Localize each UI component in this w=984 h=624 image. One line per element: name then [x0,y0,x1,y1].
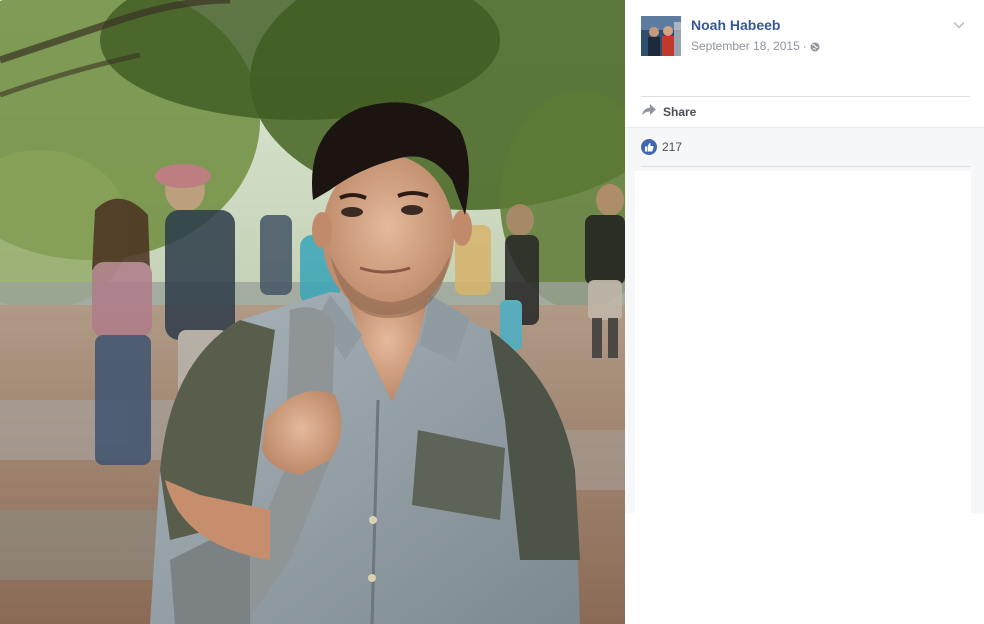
meta-separator: · [802,39,807,53]
share-label: Share [663,105,697,119]
post-header: Noah Habeeb September 18, 2015 · [641,16,970,60]
thumbs-up-icon [641,139,657,155]
photo-image [0,0,625,624]
post-date[interactable]: September 18, 2015 [691,39,800,53]
share-button[interactable]: Share [641,102,696,122]
author-name[interactable]: Noah Habeeb [691,17,780,33]
comments-area [635,171,971,514]
divider [641,96,970,97]
avatar-image [641,16,681,56]
panel-bottom [625,513,984,624]
post-meta: September 18, 2015 · [691,39,820,53]
share-arrow-icon [641,103,657,122]
post-sidebar: Noah Habeeb September 18, 2015 · Share 2… [625,0,984,624]
post-photo[interactable] [0,0,625,624]
like-count: 217 [662,140,683,154]
globe-icon[interactable] [810,41,820,52]
chevron-down-icon[interactable] [952,18,966,32]
like-summary[interactable]: 217 [641,139,682,155]
avatar[interactable] [641,16,681,56]
divider [641,166,970,167]
